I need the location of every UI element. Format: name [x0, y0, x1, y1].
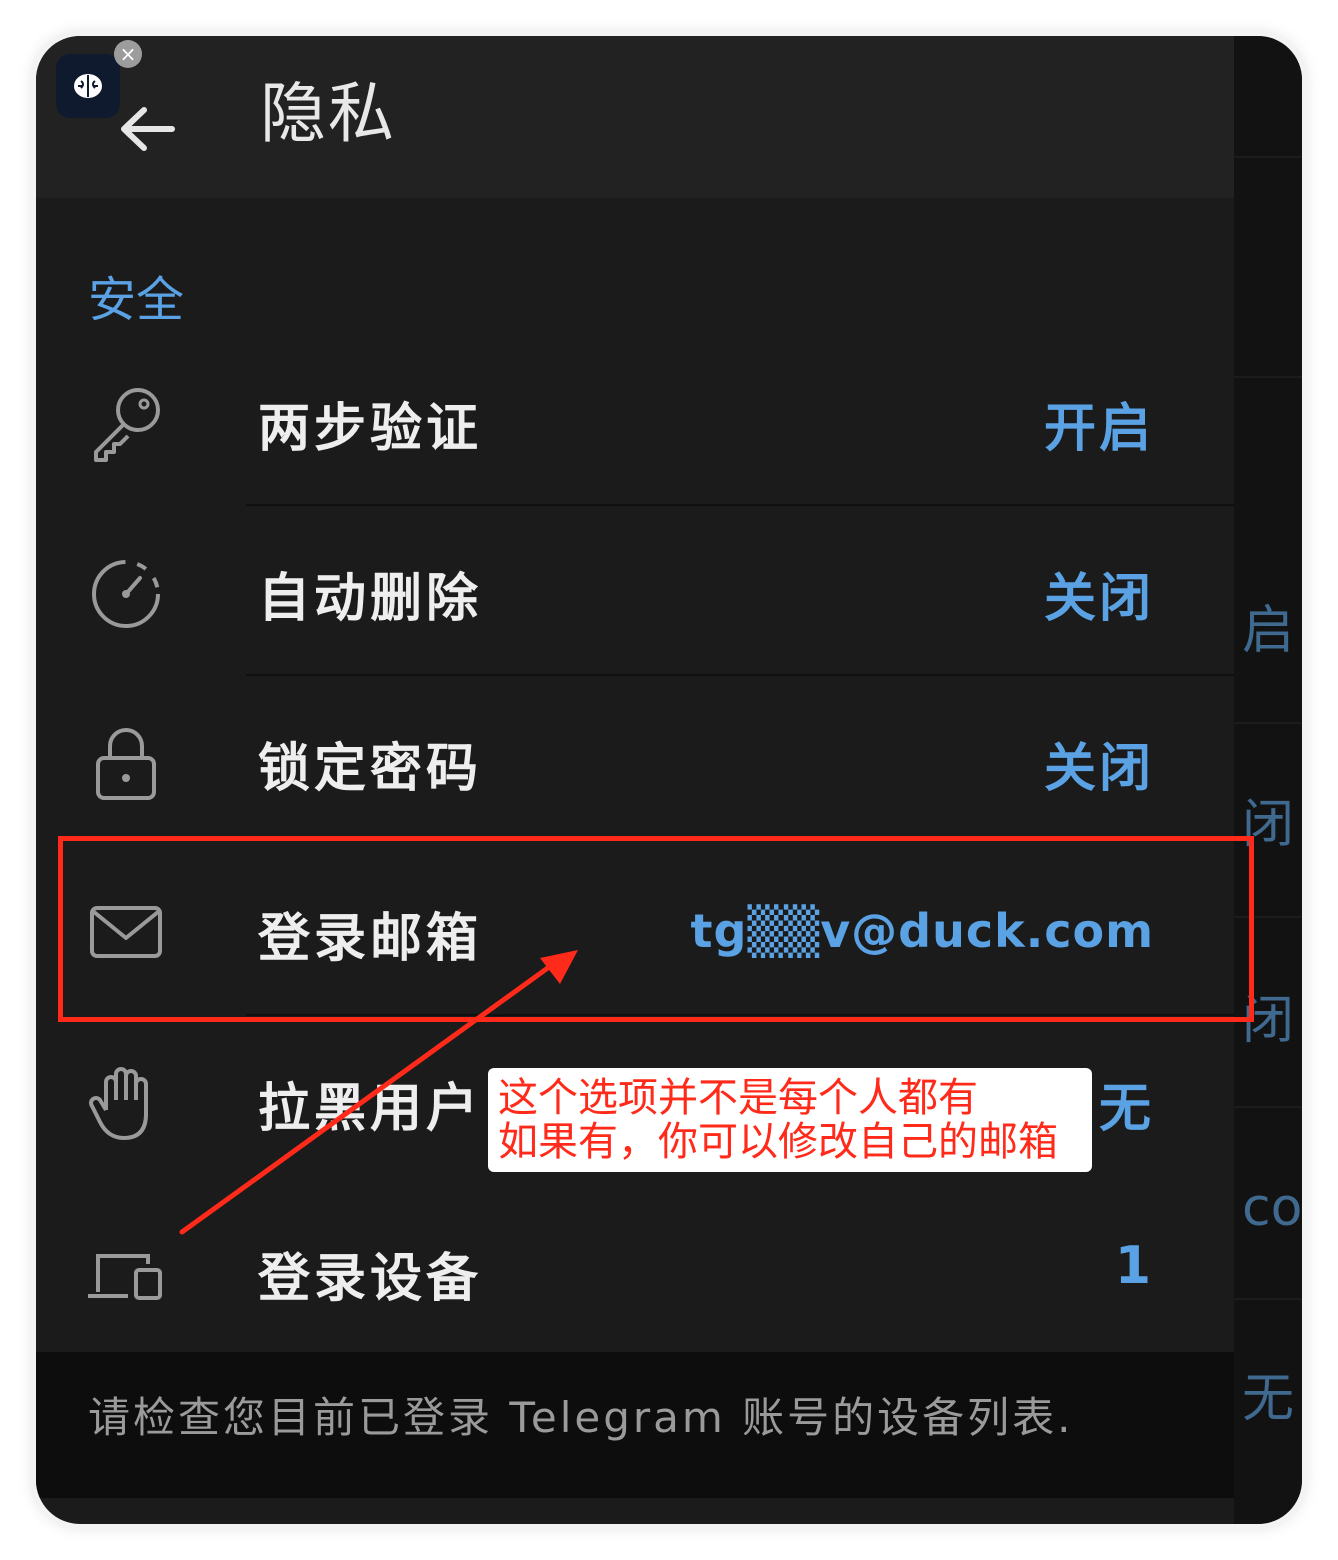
annotation-callout: 这个选项并不是每个人都有 如果有，你可以修改自己的邮箱	[488, 1068, 1092, 1172]
row-value: 无	[1098, 1079, 1154, 1139]
screenshot-frame: × 隐私 安全 两步验证 开启 自动删除 关闭 锁定密码 关闭 登录邮箱 tg▒…	[36, 36, 1302, 1524]
strip-text: 无	[1242, 1369, 1295, 1429]
row-value: 开启	[1043, 399, 1154, 459]
row-value: 关闭	[1043, 739, 1154, 799]
row-value: 关闭	[1043, 569, 1154, 629]
page-title: 隐私	[260, 75, 396, 152]
strip-divider	[1234, 1298, 1302, 1300]
strip-divider	[1234, 722, 1302, 724]
row-label: 锁定密码	[258, 739, 483, 799]
key-icon	[94, 388, 160, 462]
close-icon[interactable]: ×	[114, 40, 142, 68]
arrow-left-icon[interactable]	[112, 94, 182, 164]
top-bar: × 隐私	[36, 36, 1234, 198]
row-devices[interactable]: 登录设备 1	[36, 1186, 1234, 1356]
callout-line-2: 如果有，你可以修改自己的邮箱	[498, 1119, 1058, 1165]
row-label: 自动删除	[258, 569, 483, 629]
row-auto-delete[interactable]: 自动删除 关闭	[36, 506, 1234, 676]
lock-icon	[96, 728, 156, 800]
strip-divider	[1234, 156, 1302, 158]
hand-icon	[89, 1067, 148, 1140]
footer-note: 请检查您目前已登录 Telegram 账号的设备列表.	[36, 1352, 1234, 1498]
timer-icon	[92, 560, 160, 628]
strip-text: 启	[1242, 601, 1295, 661]
footer-text: 请检查您目前已登录 Telegram 账号的设备列表.	[88, 1393, 1074, 1442]
strip-divider	[1234, 376, 1302, 378]
devices-icon	[88, 1254, 162, 1300]
strip-text: com	[1242, 1178, 1302, 1238]
brain-app-icon[interactable]	[56, 54, 120, 118]
row-label: 登录设备	[258, 1249, 483, 1309]
row-passcode-lock[interactable]: 锁定密码 关闭	[36, 676, 1234, 846]
row-label: 拉黑用户	[258, 1079, 483, 1139]
callout-line-1: 这个选项并不是每个人都有	[498, 1075, 978, 1121]
section-title-security: 安全	[88, 272, 185, 328]
row-two-step-verification[interactable]: 两步验证 开启	[36, 336, 1234, 506]
row-label: 两步验证	[258, 399, 483, 459]
row-value: 1	[1114, 1236, 1154, 1296]
strip-divider	[1234, 1106, 1302, 1108]
background-panel: 启 闭 闭 com 无	[1234, 36, 1302, 1524]
annotation-highlight-box	[58, 836, 1254, 1022]
